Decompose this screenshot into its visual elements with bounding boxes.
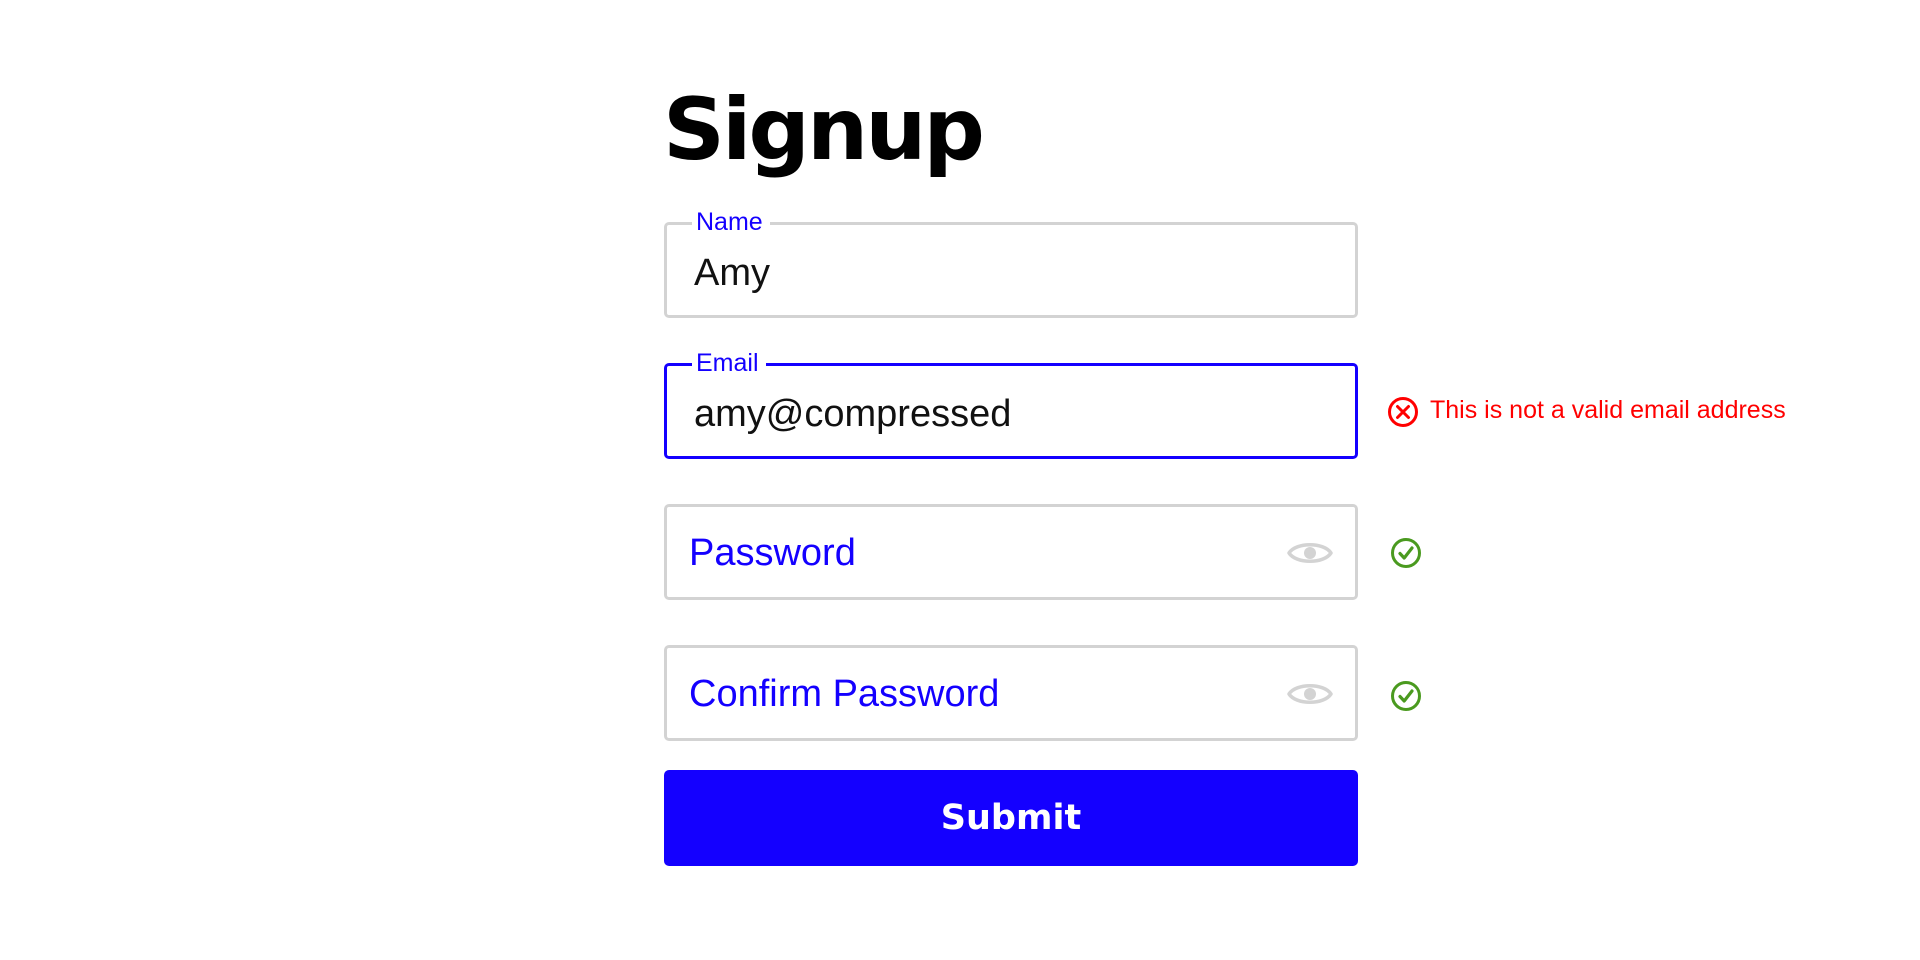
submit-button[interactable]: Submit — [664, 770, 1358, 866]
page-title: Signup — [663, 80, 985, 180]
x-circle-icon — [1388, 397, 1418, 427]
confirm-password-field-placeholder[interactable]: Confirm Password — [689, 672, 999, 716]
eye-icon[interactable] — [1287, 678, 1333, 710]
signup-page: Signup Name Amy Email amy@compressed Thi… — [0, 0, 1920, 960]
name-field-value[interactable]: Amy — [694, 251, 770, 295]
name-field-label: Name — [692, 206, 770, 238]
email-error-message: This is not a valid email address — [1430, 396, 1786, 424]
password-field-placeholder[interactable]: Password — [689, 531, 856, 575]
check-circle-icon — [1391, 538, 1421, 568]
name-field[interactable]: Name Amy — [664, 206, 1358, 318]
confirm-password-field[interactable]: Confirm Password — [664, 645, 1358, 741]
email-field[interactable]: Email amy@compressed — [664, 347, 1358, 459]
password-field[interactable]: Password — [664, 504, 1358, 600]
email-field-label: Email — [692, 347, 766, 379]
email-field-value[interactable]: amy@compressed — [694, 392, 1011, 436]
check-circle-icon — [1391, 681, 1421, 711]
eye-icon[interactable] — [1287, 537, 1333, 569]
